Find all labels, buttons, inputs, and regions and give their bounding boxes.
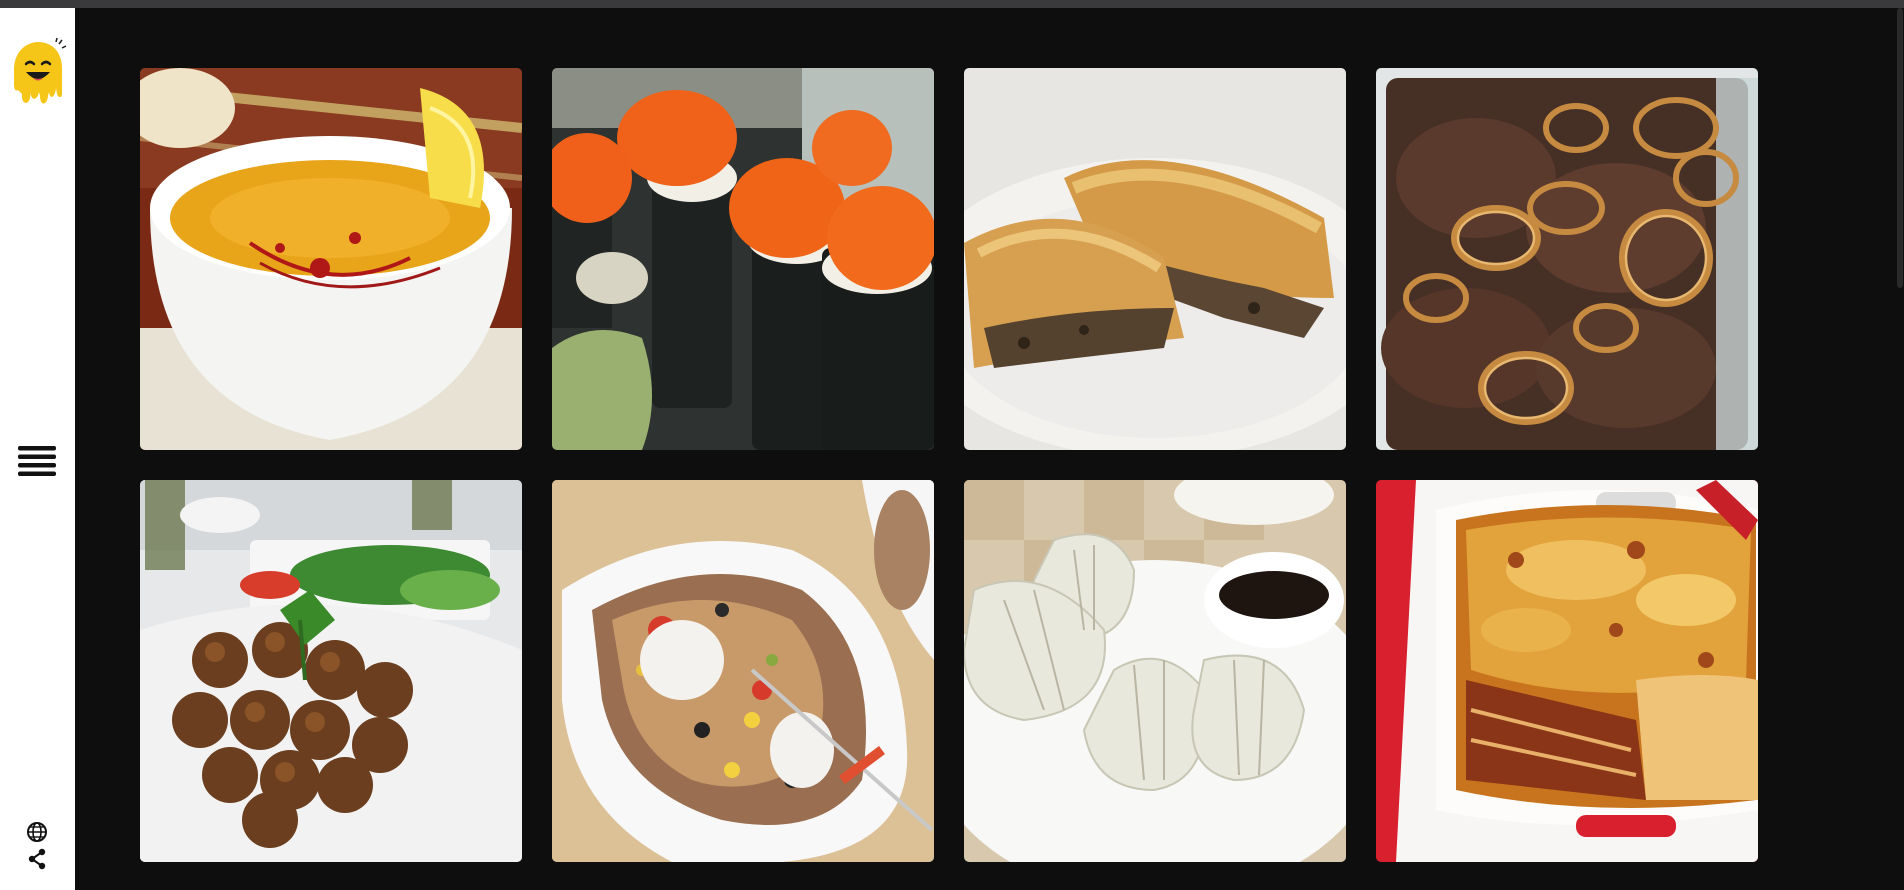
gallery-tile-liver-with-onions[interactable] <box>1376 68 1758 450</box>
globe-icon[interactable] <box>26 821 48 843</box>
gallery-tile-lentil-soup[interactable] <box>140 68 522 450</box>
gallery-tile-falafel[interactable] <box>140 480 522 862</box>
gallery-tile-meat-pie[interactable] <box>964 68 1346 450</box>
hamburger-menu-icon[interactable] <box>16 440 58 482</box>
gallery-tile-lasagna[interactable] <box>1376 480 1758 862</box>
gallery-tile-sushi-rolls[interactable] <box>552 68 934 450</box>
scrollbar-thumb[interactable] <box>1897 8 1903 288</box>
gallery-tile-stuffed-baked-potato[interactable] <box>552 480 934 862</box>
share-icon[interactable] <box>27 848 47 870</box>
browser-top-strip <box>0 0 1904 8</box>
app-logo-icon[interactable] <box>6 36 68 110</box>
gallery-tile-dumplings[interactable] <box>964 480 1346 862</box>
sidebar <box>0 8 75 890</box>
